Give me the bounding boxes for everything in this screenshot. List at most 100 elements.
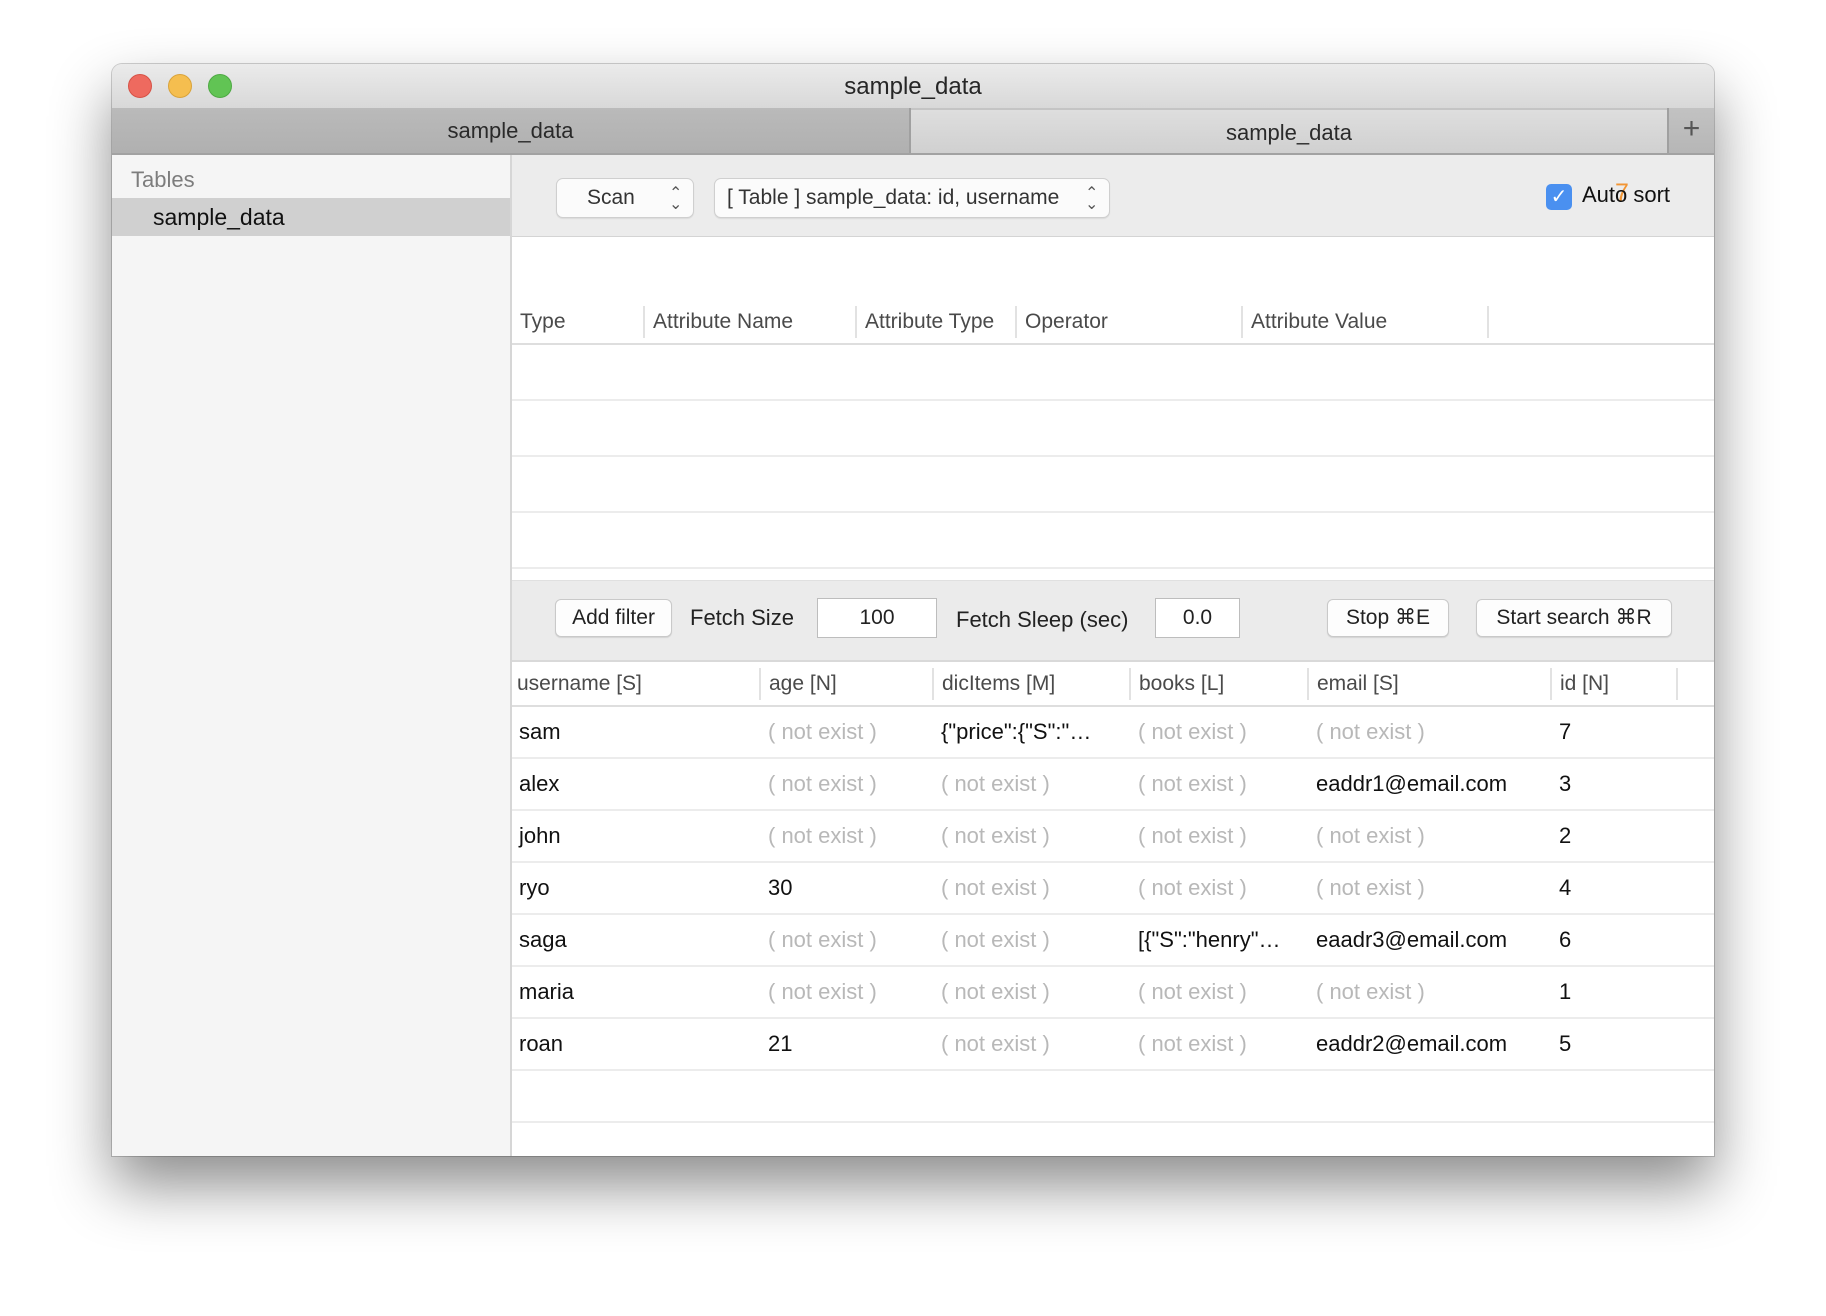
- cell-email: ( not exist ): [1316, 979, 1425, 1004]
- table-row[interactable]: john ( not exist ) ( not exist ) ( not exis…: [512, 811, 1714, 863]
- cell-email: eaddr2@email.com: [1316, 1031, 1508, 1056]
- cell-username: roan: [519, 1031, 564, 1056]
- table-row[interactable]: maria ( not exist ) ( not exist ) ( not exi…: [512, 967, 1714, 1019]
- sidebar-item-label: sample_data: [153, 204, 285, 230]
- cell-id: 6: [1559, 927, 1572, 952]
- table-row[interactable]: ryo 30 ( not exist ) ( not exist ) ( not exi…: [512, 863, 1714, 915]
- cell-books: [{"S":"henry"…: [1138, 927, 1281, 952]
- filter-row-empty: [512, 401, 1714, 457]
- table-row[interactable]: sam ( not exist ) {"price":{"S":"… ( not ex…: [512, 707, 1714, 759]
- tab-bar: sample_data sample_data +: [112, 108, 1714, 155]
- cell-dicitems: ( not exist ): [941, 875, 1050, 900]
- cell-dicitems: ( not exist ): [941, 771, 1050, 796]
- cell-age: 30: [768, 875, 793, 900]
- app-window: sample_data sample_data sample_data + Ta…: [112, 64, 1714, 1156]
- cell-email: ( not exist ): [1316, 719, 1425, 744]
- fetch-size-label: Fetch Size: [690, 605, 794, 630]
- filter-col-attribute-value[interactable]: Attribute Value: [1243, 300, 1487, 343]
- stop-button[interactable]: Stop ⌘E: [1327, 599, 1449, 637]
- fetch-sleep-label: Fetch Sleep (sec): [956, 607, 1129, 632]
- cell-age: ( not exist ): [768, 927, 877, 952]
- auto-sort-label[interactable]: Auto sort: [1582, 182, 1670, 208]
- cell-age: ( not exist ): [768, 719, 877, 744]
- tab-sample-data-2[interactable]: sample_data: [911, 108, 1667, 153]
- mode-select-value: Scan: [587, 186, 635, 209]
- cell-id: 4: [1559, 875, 1572, 900]
- results-col-dicitems[interactable]: dicItems [M]: [934, 662, 1129, 705]
- filter-row-empty: [512, 457, 1714, 513]
- cell-email: eaadr3@email.com: [1316, 927, 1508, 952]
- results-col-books[interactable]: books [L]: [1131, 662, 1307, 705]
- add-filter-button[interactable]: Add filter: [555, 599, 672, 637]
- column-divider[interactable]: [1676, 668, 1678, 700]
- filter-col-attribute-name[interactable]: Attribute Name: [645, 300, 855, 343]
- cell-books: ( not exist ): [1138, 875, 1247, 900]
- filter-col-attribute-type[interactable]: Attribute Type: [857, 300, 1015, 343]
- column-divider[interactable]: [1487, 306, 1489, 338]
- mode-select[interactable]: Scan ⌃ ⌄: [556, 178, 694, 218]
- main-panel: Scan ⌃ ⌄ [ Table ] sample_data: id, usern…: [512, 155, 1714, 1156]
- cell-age: ( not exist ): [768, 823, 877, 848]
- filter-table: Type Attribute Name Attribute Type Opera…: [512, 300, 1714, 580]
- table-row-empty: [512, 1071, 1714, 1123]
- filter-row-empty: [512, 345, 1714, 401]
- cell-username: maria: [519, 979, 575, 1004]
- cell-id: 5: [1559, 1031, 1572, 1056]
- cell-id: 1: [1559, 979, 1572, 1004]
- cell-username: saga: [519, 927, 567, 952]
- table-row[interactable]: alex ( not exist ) ( not exist ) ( not exis…: [512, 759, 1714, 811]
- table-row[interactable]: roan 21 ( not exist ) ( not exist ) eaddr2@e…: [512, 1019, 1714, 1071]
- tab-sample-data-1[interactable]: sample_data: [112, 108, 911, 153]
- fetch-sleep-input[interactable]: 0.0: [1155, 598, 1240, 638]
- cell-books: ( not exist ): [1138, 719, 1247, 744]
- cell-age: ( not exist ): [768, 979, 877, 1004]
- toolbar: Scan ⌃ ⌄ [ Table ] sample_data: id, usern…: [512, 155, 1714, 237]
- filter-row-empty: [512, 513, 1714, 569]
- filter-col-operator[interactable]: Operator: [1017, 300, 1241, 343]
- cell-books: ( not exist ): [1138, 1031, 1247, 1056]
- title-bar: sample_data: [112, 64, 1714, 109]
- cell-id: 2: [1559, 823, 1572, 848]
- cell-username: alex: [519, 771, 560, 796]
- cell-username: ryo: [519, 875, 550, 900]
- checkmark-icon: ✓: [1550, 186, 1568, 208]
- results-table-header: username [S] age [N] dicItems [M] books …: [512, 662, 1714, 707]
- start-search-button[interactable]: Start search ⌘R: [1476, 599, 1672, 637]
- cell-email: ( not exist ): [1316, 875, 1425, 900]
- filter-table-header: Type Attribute Name Attribute Type Opera…: [512, 300, 1714, 345]
- results-col-id[interactable]: id [N]: [1552, 662, 1676, 705]
- cell-dicitems: ( not exist ): [941, 979, 1050, 1004]
- cell-dicitems: {"price":{"S":"…: [941, 719, 1092, 744]
- cell-age: 21: [768, 1031, 793, 1056]
- fetch-size-input[interactable]: 100: [817, 598, 937, 638]
- results-col-email[interactable]: email [S]: [1309, 662, 1550, 705]
- cell-dicitems: ( not exist ): [941, 823, 1050, 848]
- auto-sort-checkbox[interactable]: ✓: [1546, 184, 1572, 210]
- results-col-username[interactable]: username [S]: [512, 662, 760, 705]
- cell-books: ( not exist ): [1138, 771, 1247, 796]
- cell-age: ( not exist ): [768, 771, 877, 796]
- cell-username: sam: [519, 719, 561, 744]
- table-row[interactable]: saga ( not exist ) ( not exist ) [{"S":"hen…: [512, 915, 1714, 967]
- window-title: sample_data: [844, 73, 982, 100]
- fetch-controls-bar: Add filter Fetch Size 100 Fetch Sleep (s…: [512, 580, 1714, 662]
- cell-id: 7: [1559, 719, 1572, 744]
- sidebar: Tables sample_data: [112, 155, 512, 1156]
- table-select[interactable]: [ Table ] sample_data: id, username ⌃ ⌄: [714, 178, 1110, 218]
- cell-username: john: [519, 823, 561, 848]
- cell-email: eaddr1@email.com: [1316, 771, 1508, 796]
- results-col-age[interactable]: age [N]: [761, 662, 933, 705]
- cell-books: ( not exist ): [1138, 823, 1247, 848]
- cell-email: ( not exist ): [1316, 823, 1425, 848]
- filter-col-type[interactable]: Type: [512, 300, 643, 343]
- cell-dicitems: ( not exist ): [941, 927, 1050, 952]
- results-table: username [S] age [N] dicItems [M] books …: [512, 662, 1714, 1156]
- new-tab-button[interactable]: +: [1667, 108, 1714, 153]
- plus-icon: +: [1682, 112, 1701, 145]
- cell-id: 3: [1559, 771, 1572, 796]
- sidebar-item-sample-data[interactable]: sample_data: [112, 198, 510, 236]
- table-row-empty: [512, 1123, 1714, 1156]
- table-select-value: [ Table ] sample_data: id, username: [727, 186, 1060, 209]
- sidebar-header: Tables: [131, 167, 195, 192]
- cell-dicitems: ( not exist ): [941, 1031, 1050, 1056]
